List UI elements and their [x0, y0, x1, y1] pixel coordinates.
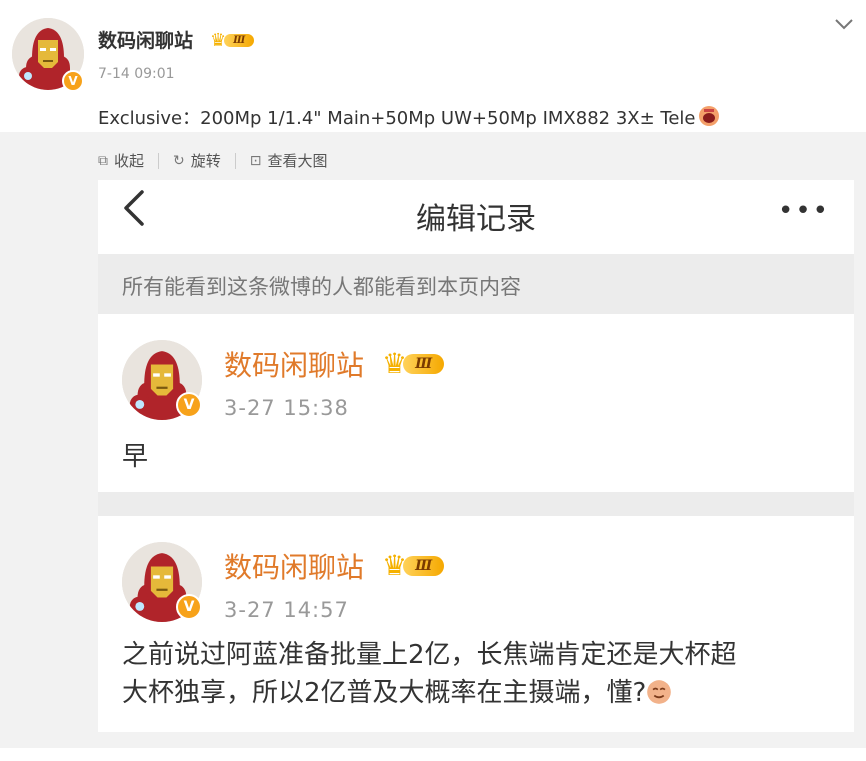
level-label: Ⅲ	[224, 34, 255, 47]
entry-text: 之前说过阿蓝准备批量上2亿，长焦端肯定还是大杯超 大杯独享，所以2亿普及大概率在…	[122, 636, 822, 716]
rotate-button[interactable]: ↻ 旋转	[173, 150, 221, 171]
magnify-image-icon: ⊡	[249, 152, 262, 169]
entry-text-line: 大杯独享，所以2亿普及大概率在主摄端，懂?	[122, 678, 647, 708]
view-large-label: 查看大图	[267, 152, 328, 170]
level-badge[interactable]: ♛ Ⅲ	[210, 30, 255, 51]
collapse-label: 收起	[114, 152, 145, 170]
screenshot-title: 编辑记录	[416, 202, 536, 237]
entry-divider	[98, 492, 854, 516]
media-actions: ⧉ 收起 ↻ 旋转 ⊡ 查看大图	[98, 150, 328, 171]
divider	[234, 152, 236, 169]
collapse-icon: ⧉	[98, 152, 108, 169]
verified-badge: V	[176, 392, 202, 418]
entry-time: 3-27 15:38	[224, 396, 349, 420]
entry-text-line: 之前说过阿蓝准备批量上2亿，长焦端肯定还是大杯超	[122, 640, 737, 670]
edit-history-screenshot[interactable]: 编辑记录 ••• 所有能看到这条微博的人都能看到本页内容 V 数码闲聊站 ♛ Ⅲ	[98, 180, 854, 732]
post-header: V 数码闲聊站 ♛ Ⅲ 7-14 09:01	[0, 0, 866, 100]
level-label: Ⅲ	[403, 353, 445, 374]
level-badge: ♛ Ⅲ	[382, 347, 445, 380]
divider	[158, 152, 160, 169]
collapse-button[interactable]: ⧉ 收起	[98, 150, 144, 171]
verified-badge: V	[176, 594, 202, 620]
entry-author-name: 数码闲聊站	[224, 551, 365, 584]
author-name[interactable]: 数码闲聊站	[98, 26, 193, 53]
rotate-label: 旋转	[190, 152, 221, 170]
view-large-button[interactable]: ⊡ 查看大图	[250, 150, 328, 171]
smug-emoji-icon	[646, 678, 672, 716]
shouting-emoji-icon	[698, 105, 720, 132]
chevron-down-icon[interactable]	[834, 14, 854, 35]
rotate-icon: ↻	[173, 152, 185, 169]
post-text-content: Exclusive：200Mp 1/1.4" Main+50Mp UW+50Mp…	[98, 108, 696, 129]
post-text: Exclusive：200Mp 1/1.4" Main+50Mp UW+50Mp…	[98, 104, 720, 132]
screenshot-topbar: 编辑记录 •••	[98, 180, 854, 254]
verified-badge: V	[62, 70, 84, 92]
entry-text-line-wrap: 大杯独享，所以2亿普及大概率在主摄端，懂?	[122, 674, 822, 716]
entry-author-name: 数码闲聊站	[224, 349, 365, 382]
visibility-notice: 所有能看到这条微博的人都能看到本页内容	[98, 254, 854, 314]
more-dots-icon: •••	[778, 196, 831, 226]
level-label: Ⅲ	[403, 555, 445, 576]
edit-entry: V 数码闲聊站 ♛ Ⅲ 3-27 14:57 之前说过阿蓝准备批量上2亿，长焦端…	[98, 516, 854, 732]
level-badge: ♛ Ⅲ	[382, 549, 445, 582]
entry-text: 早	[122, 442, 149, 472]
edit-entry: V 数码闲聊站 ♛ Ⅲ 3-27 15:38 早	[98, 314, 854, 492]
visibility-notice-text: 所有能看到这条微博的人都能看到本页内容	[122, 275, 521, 299]
entry-time: 3-27 14:57	[224, 598, 349, 622]
post-time[interactable]: 7-14 09:01	[98, 66, 175, 82]
